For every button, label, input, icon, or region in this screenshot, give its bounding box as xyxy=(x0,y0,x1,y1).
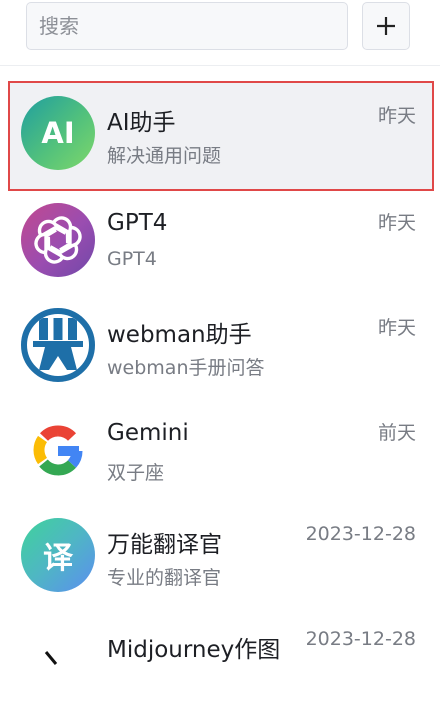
chat-time: 前天 xyxy=(377,422,416,444)
chat-time: 2023-12-28 xyxy=(305,628,416,650)
chat-subtitle: GPT4 xyxy=(107,248,157,270)
plus-icon xyxy=(377,17,395,35)
chat-time: 2023-12-28 xyxy=(305,523,416,545)
chat-title: AI助手 xyxy=(107,110,176,136)
webman-mark-icon xyxy=(33,318,83,370)
midjourney-logo-icon xyxy=(21,623,95,697)
chat-title: Gemini xyxy=(107,420,189,446)
chat-item-midjourney[interactable]: Midjourney作图 2023-12-28 xyxy=(8,608,434,718)
chat-title: Midjourney作图 xyxy=(107,637,281,663)
webman-logo-icon xyxy=(21,308,95,382)
chat-time: 昨天 xyxy=(377,212,416,234)
chat-subtitle: 专业的翻译官 xyxy=(107,567,222,589)
chat-item-ai-assistant[interactable]: AI AI助手 解决通用问题 昨天 xyxy=(8,81,434,191)
chat-title: webman助手 xyxy=(107,322,252,348)
chat-item-translator[interactable]: 译 万能翻译官 专业的翻译官 2023-12-28 xyxy=(8,503,434,613)
google-g-mark-icon xyxy=(33,425,83,476)
chat-subtitle: 双子座 xyxy=(107,462,165,484)
chat-title: GPT4 xyxy=(107,210,168,236)
openai-knot-icon xyxy=(34,216,82,264)
chat-subtitle: webman手册问答 xyxy=(107,357,265,379)
chat-time: 昨天 xyxy=(377,105,416,127)
chat-title: 万能翻译官 xyxy=(107,532,222,558)
chat-item-gemini[interactable]: Gemini 双子座 前天 xyxy=(8,398,434,508)
header-divider xyxy=(0,65,440,66)
openai-logo-icon xyxy=(21,203,95,277)
chat-time: 昨天 xyxy=(377,317,416,339)
chat-item-webman[interactable]: webman助手 webman手册问答 昨天 xyxy=(8,293,434,403)
ai-assistant-icon: AI xyxy=(21,96,95,170)
chat-subtitle: 解决通用问题 xyxy=(107,145,222,167)
add-button[interactable] xyxy=(362,2,410,50)
chat-item-gpt4[interactable]: GPT4 GPT4 昨天 xyxy=(8,188,434,298)
avatar-text: 译 xyxy=(43,541,73,576)
search-input[interactable] xyxy=(26,2,348,50)
midjourney-sail-icon xyxy=(44,651,58,665)
translator-icon: 译 xyxy=(21,518,95,592)
google-g-logo-icon xyxy=(21,413,95,487)
avatar-text: AI xyxy=(41,116,75,150)
